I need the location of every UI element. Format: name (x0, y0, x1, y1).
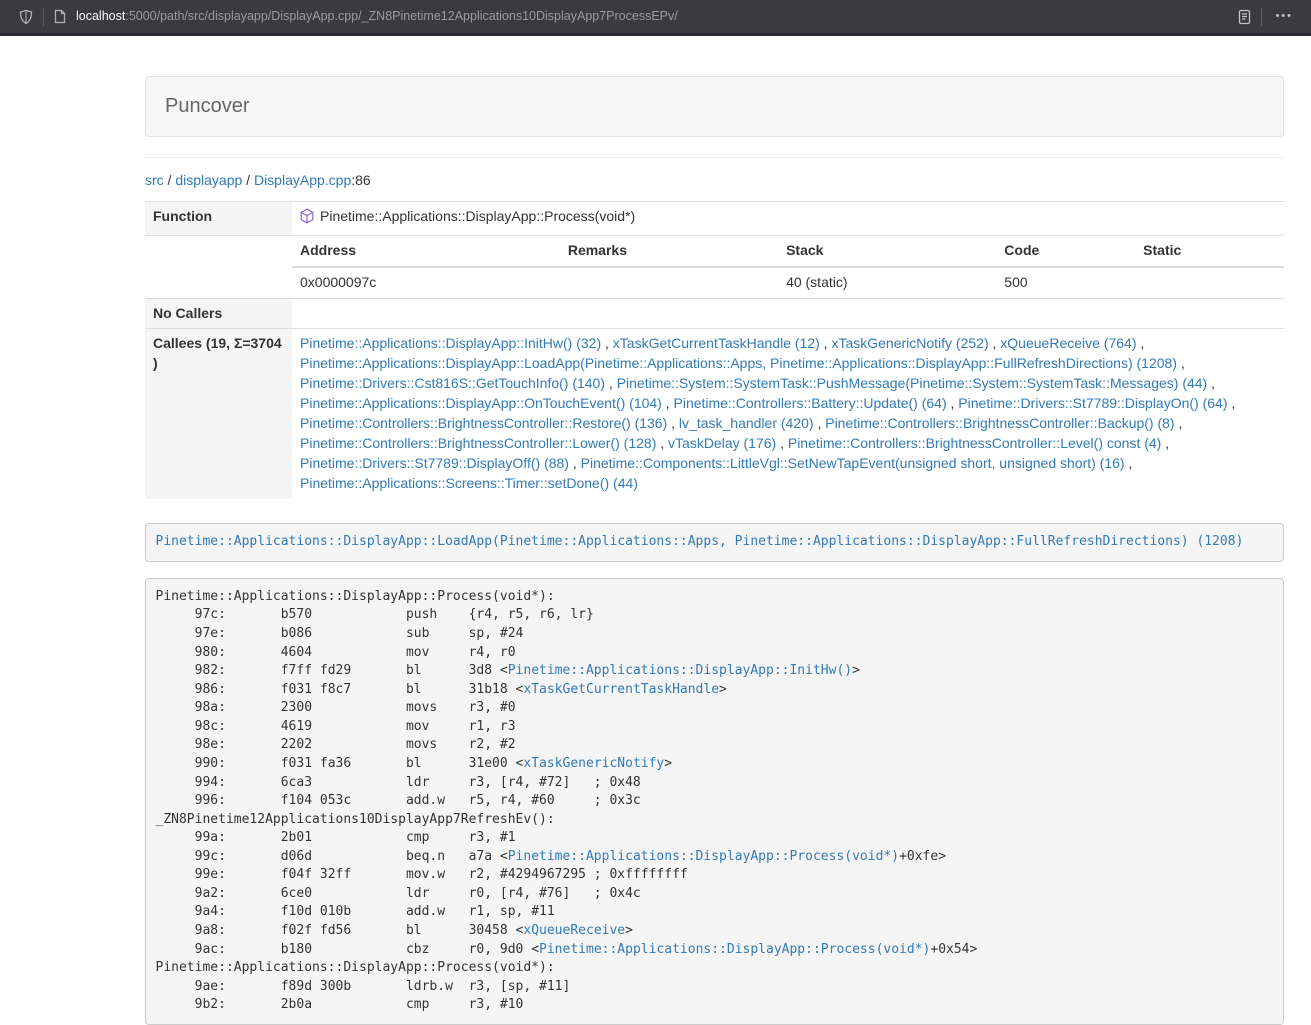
address-value: 0x0000097c (292, 267, 560, 298)
code-symbol-link[interactable]: Pinetime::Applications::DisplayApp::Proc… (508, 849, 899, 864)
callee-separator: , (667, 415, 679, 431)
callee-link[interactable]: Pinetime::Controllers::BrightnessControl… (300, 415, 667, 431)
callee-link[interactable]: Pinetime::Applications::DisplayApp::OnTo… (300, 395, 662, 411)
no-callers-row: No Callers (145, 298, 1284, 329)
menu-icon[interactable]: ••• (1271, 9, 1297, 25)
code-symbol-link[interactable]: Pinetime::Applications::DisplayApp::Proc… (539, 942, 930, 957)
callee-separator: , (947, 395, 959, 411)
breadcrumb-separator: / (242, 172, 254, 188)
callee-separator: , (1161, 435, 1169, 451)
page-icon (53, 9, 67, 24)
code-symbol-link[interactable]: xTaskGetCurrentTaskHandle (523, 682, 719, 697)
no-callers-label: No Callers (145, 298, 292, 329)
stats-table: Address Remarks Stack Code Static 0x0000… (292, 236, 1284, 298)
callee-separator: , (1228, 395, 1236, 411)
code-symbol-link[interactable]: xQueueReceive (523, 923, 625, 938)
remarks-value (560, 267, 778, 298)
address-bar[interactable]: localhost:5000/path/src/displayapp/Displ… (53, 8, 1237, 26)
callee-separator: , (1125, 455, 1133, 471)
function-name: Pinetime::Applications::DisplayApp::Proc… (320, 208, 635, 224)
callee-separator: , (814, 415, 826, 431)
code-symbol-link[interactable]: xTaskGenericNotify (523, 756, 664, 771)
breadcrumb-file[interactable]: DisplayApp.cpp (254, 172, 351, 188)
callee-link[interactable]: Pinetime::Drivers::St7789::DisplayOff() … (300, 455, 569, 471)
toolbar-separator-right (1261, 8, 1262, 26)
stats-row: Address Remarks Stack Code Static 0x0000… (145, 235, 1284, 298)
function-label: Function (145, 201, 292, 235)
browser-toolbar: localhost:5000/path/src/displayapp/Displ… (0, 0, 1311, 33)
highlighted-callee-box: Pinetime::Applications::DisplayApp::Load… (145, 523, 1284, 562)
app-header: Puncover (145, 76, 1284, 137)
callee-separator: , (656, 435, 668, 451)
breadcrumb-displayapp[interactable]: displayapp (175, 172, 242, 188)
chrome-bottom-strip (0, 33, 1311, 36)
breadcrumb: src / displayapp / DisplayApp.cpp:86 (145, 171, 1284, 191)
empty-cell (145, 235, 292, 298)
callee-separator: , (1207, 375, 1215, 391)
callee-separator: , (1175, 415, 1183, 431)
col-static: Static (1135, 236, 1284, 267)
callee-link[interactable]: Pinetime::Applications::DisplayApp::Init… (300, 335, 601, 351)
callee-separator: , (1177, 355, 1185, 371)
callee-link[interactable]: Pinetime::Drivers::St7789::DisplayOn() (… (958, 395, 1227, 411)
toolbar-separator (43, 8, 44, 26)
col-remarks: Remarks (560, 236, 778, 267)
callee-separator: , (662, 395, 674, 411)
table-row: 0x0000097c 40 (static) 500 (292, 267, 1284, 298)
function-row: Function Pinetime::Applications::Display… (145, 201, 1284, 235)
code-value: 500 (996, 267, 1135, 298)
callees-row: Callees (19, Σ=3704 ) Pinetime::Applicat… (145, 329, 1284, 499)
callee-separator: , (820, 335, 832, 351)
no-callers-cell (292, 298, 1284, 329)
function-name-cell: Pinetime::Applications::DisplayApp::Proc… (292, 201, 1284, 235)
callee-link[interactable]: xTaskGenericNotify (252) (831, 335, 988, 351)
callee-separator: , (989, 335, 1001, 351)
callee-link[interactable]: Pinetime::Controllers::BrightnessControl… (825, 415, 1174, 431)
callee-separator: , (1136, 335, 1144, 351)
callee-link[interactable]: Pinetime::Applications::Screens::Timer::… (300, 475, 638, 491)
col-address: Address (292, 236, 560, 267)
url-path: :5000/path/src/displayapp/DisplayApp.cpp… (125, 9, 677, 23)
code-symbol-link[interactable]: Pinetime::Applications::DisplayApp::Init… (508, 663, 852, 678)
callee-link[interactable]: vTaskDelay (176) (668, 435, 776, 451)
callees-list: Pinetime::Applications::DisplayApp::Init… (292, 329, 1284, 499)
breadcrumb-line-number: :86 (351, 172, 370, 188)
callee-link[interactable]: xTaskGetCurrentTaskHandle (12) (613, 335, 820, 351)
breadcrumb-src[interactable]: src (145, 172, 164, 188)
callee-link[interactable]: Pinetime::Drivers::Cst816S::GetTouchInfo… (300, 375, 605, 391)
stack-value: 40 (static) (778, 267, 996, 298)
symbol-cube-icon (300, 208, 314, 230)
callee-link[interactable]: Pinetime::Applications::DisplayApp::Load… (300, 355, 1177, 371)
callee-separator: , (569, 455, 581, 471)
shield-icon[interactable] (18, 9, 34, 25)
page-container: Puncover src / displayapp / DisplayApp.c… (145, 76, 1284, 1025)
breadcrumb-separator: / (164, 172, 176, 188)
callee-link[interactable]: Pinetime::System::SystemTask::PushMessag… (617, 375, 1208, 391)
disassembly-pre: Pinetime::Applications::DisplayApp::Proc… (145, 578, 1284, 1025)
divider (145, 157, 1284, 158)
callee-separator: , (776, 435, 788, 451)
callees-label: Callees (19, Σ=3704 ) (145, 329, 292, 499)
page-title[interactable]: Puncover (165, 95, 250, 117)
static-value (1135, 267, 1284, 298)
callee-separator: , (605, 375, 617, 391)
col-code: Code (996, 236, 1135, 267)
callee-link[interactable]: Pinetime::Components::LittleVgl::SetNewT… (581, 455, 1125, 471)
callee-link[interactable]: Pinetime::Controllers::Battery::Update()… (674, 395, 947, 411)
highlighted-callee-link[interactable]: Pinetime::Applications::DisplayApp::Load… (156, 534, 1244, 549)
callee-link[interactable]: Pinetime::Controllers::BrightnessControl… (300, 435, 656, 451)
callee-link[interactable]: Pinetime::Controllers::BrightnessControl… (788, 435, 1161, 451)
url-text: localhost:5000/path/src/displayapp/Displ… (76, 8, 678, 26)
callee-link[interactable]: xQueueReceive (764) (1000, 335, 1136, 351)
function-table: Function Pinetime::Applications::Display… (145, 201, 1284, 500)
col-stack: Stack (778, 236, 996, 267)
url-host: localhost (76, 9, 125, 23)
callee-link[interactable]: lv_task_handler (420) (679, 415, 814, 431)
reader-view-icon[interactable] (1237, 9, 1252, 25)
callee-separator: , (601, 335, 613, 351)
stats-table-cell: Address Remarks Stack Code Static 0x0000… (292, 235, 1284, 298)
